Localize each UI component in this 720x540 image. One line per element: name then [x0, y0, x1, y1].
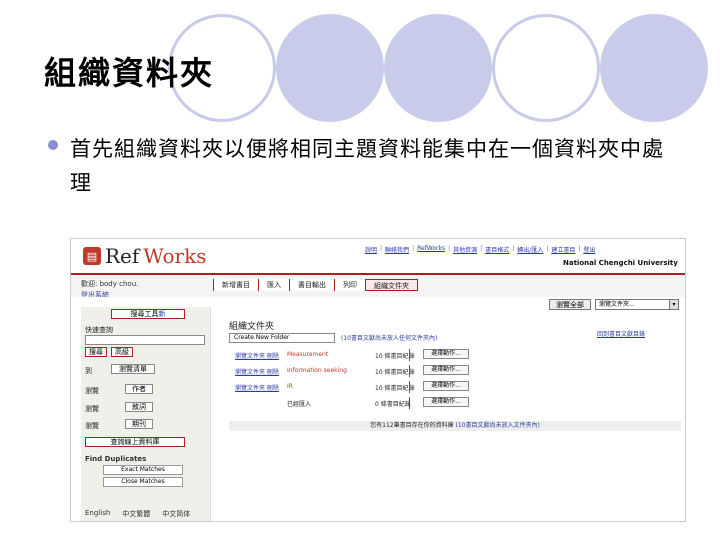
- divider: [409, 381, 410, 393]
- folder-row: 瀏覽文件夾 刪除 Information seeking 10 條書目紀錄 選擇…: [227, 365, 667, 379]
- main-nav: 歡迎: body chou. 登出系統 新增書目 匯入 書目輸出 列印 組織文件…: [71, 273, 685, 299]
- find-duplicates-title: Find Duplicates: [85, 455, 147, 463]
- top-link[interactable]: 說明: [365, 245, 377, 254]
- folder-select-value: 瀏覽文件夾...: [599, 301, 635, 308]
- menu-organize-folders[interactable]: 組織文件夾: [365, 279, 418, 291]
- folder-actions-links[interactable]: 瀏覽文件夾 刪除: [235, 383, 279, 392]
- top-link[interactable]: 聯絡我們: [385, 245, 409, 254]
- top-link[interactable]: 書目格式: [485, 245, 509, 254]
- folder-select[interactable]: 瀏覽文件夾... ▾: [595, 299, 679, 310]
- footer-unfiled-link[interactable]: (10書目文獻尚未放入文件夾內): [456, 422, 540, 429]
- unfiled-note[interactable]: (10書目文獻尚未放入任何文件夾內): [341, 333, 437, 342]
- folder-name[interactable]: 已經匯入: [287, 399, 311, 408]
- filter-label: 瀏覽: [85, 405, 99, 413]
- menu-print[interactable]: 列印: [334, 279, 365, 291]
- decor-circle-filled: [384, 14, 492, 122]
- lang-english[interactable]: English: [85, 509, 110, 519]
- folder-name[interactable]: Measurement: [287, 351, 328, 358]
- folder-action-select[interactable]: 選擇動作...: [423, 365, 469, 375]
- folder-name[interactable]: Information seeking: [287, 367, 347, 374]
- quick-search-label: 快速查詢: [85, 326, 113, 334]
- bullet-icon: [48, 140, 58, 150]
- filter-label: 瀏覽: [85, 422, 99, 430]
- organize-folders-panel: 組織文件夾 回到書目文獻目錄 Create New Folder (10書目文獻…: [219, 315, 681, 431]
- book-icon: ▤: [83, 247, 101, 265]
- exact-matches-button[interactable]: Exact Matches: [103, 465, 183, 475]
- top-link[interactable]: 其他資源: [453, 245, 477, 254]
- descriptor-button[interactable]: 敘詞: [125, 402, 153, 412]
- logo-ref-text: Ref: [105, 244, 140, 268]
- view-all-button[interactable]: 瀏覽全部: [549, 299, 591, 310]
- logo-works-text: Works: [143, 244, 207, 268]
- author-button[interactable]: 作者: [125, 384, 153, 394]
- folder-row: 已經匯入 0 條書目紀錄 選擇動作...: [227, 397, 667, 411]
- menu-bibliography[interactable]: 書目輸出: [289, 279, 334, 291]
- search-button[interactable]: 搜尋: [85, 347, 107, 357]
- search-tools-header: 搜尋工具新: [111, 309, 185, 319]
- periodical-button[interactable]: 期刊: [125, 419, 153, 429]
- online-database-button[interactable]: 查詢線上資料庫: [85, 437, 185, 447]
- refworks-screenshot: ▤ Ref Works 說明 | 聯絡我們 | RefWorks | 其他資源 | 書目格…: [70, 238, 686, 522]
- top-link[interactable]: 建立書目: [551, 245, 575, 254]
- filter-label: 瀏覽: [85, 387, 99, 395]
- top-link[interactable]: 轉出/匯入: [517, 245, 543, 254]
- close-matches-button[interactable]: Close Matches: [103, 477, 183, 487]
- folders-title: 組織文件夾: [229, 322, 275, 332]
- lang-traditional[interactable]: 中文繁體: [122, 509, 150, 519]
- search-panel: 搜尋工具新 快速查詢 搜尋 高級 到 瀏覽清單 瀏覽 作者 瀏覽 敘詞 瀏覽 期…: [81, 307, 211, 521]
- app-header: ▤ Ref Works 說明 | 聯絡我們 | RefWorks | 其他資源 | 書目格…: [71, 239, 685, 273]
- folder-row: 瀏覽文件夾 刪除 Measurement 10 條書目紀錄 選擇動作...: [227, 349, 667, 363]
- folder-name[interactable]: IR: [287, 383, 293, 390]
- create-folder-text: Create New Folder: [234, 334, 290, 341]
- menu-bar: 新增書目 匯入 書目輸出 列印 組織文件夾: [213, 279, 418, 291]
- footer-text: 您有112筆書目存在你的資料庫: [370, 422, 454, 429]
- folder-row: 瀏覽文件夾 刪除 IR 10 條書目紀錄 選擇動作...: [227, 381, 667, 395]
- decor-circle-filled: [276, 14, 384, 122]
- folder-actions-links[interactable]: 瀏覽文件夾 刪除: [235, 367, 279, 376]
- institution-name: National Chengchi University: [563, 259, 678, 267]
- language-links: English 中文繁體 中文简体: [85, 509, 190, 519]
- top-links: 說明 | 聯絡我們 | RefWorks | 其他資源 | 書目格式 | 轉出/匯入 | 建…: [365, 245, 596, 254]
- folder-action-select[interactable]: 選擇動作...: [423, 349, 469, 359]
- decor-circle-outline: [492, 14, 600, 122]
- divider: [409, 349, 410, 361]
- advanced-search-button[interactable]: 高級: [111, 347, 133, 357]
- top-link[interactable]: 登出: [583, 245, 595, 254]
- lang-simplified[interactable]: 中文简体: [162, 509, 190, 519]
- top-link[interactable]: RefWorks: [417, 245, 445, 254]
- folders-footer: 您有112筆書目存在你的資料庫 (10書目文獻尚未放入文件夾內): [229, 421, 681, 431]
- create-folder-input[interactable]: Create New Folder: [229, 333, 335, 343]
- refworks-logo: ▤ Ref Works: [83, 244, 206, 268]
- folder-action-select[interactable]: 選擇動作...: [423, 381, 469, 391]
- folder-actions-links[interactable]: 瀏覽文件夾 刪除: [235, 351, 279, 360]
- chevron-down-icon[interactable]: ▾: [669, 300, 678, 309]
- divider: [409, 365, 410, 377]
- bullet-text: 首先組織資料夾以便將相同主題資料能集中在一個資料夾中處理: [70, 137, 664, 195]
- new-badge: 新: [158, 310, 166, 318]
- slide-title: 組織資料夾: [44, 54, 215, 92]
- list-label: 到: [85, 367, 92, 375]
- quick-search-input[interactable]: [85, 335, 205, 345]
- back-to-references-link[interactable]: 回到書目文獻目錄: [597, 329, 645, 338]
- user-greeting: 歡迎: body chou.: [81, 280, 139, 288]
- decor-circle-filled: [600, 14, 708, 122]
- divider: [409, 397, 410, 409]
- menu-new-reference[interactable]: 新增書目: [213, 279, 258, 291]
- search-tools-label: 搜尋工具: [130, 310, 159, 318]
- folder-count: 0 條書目紀錄: [375, 401, 411, 408]
- browse-list-button[interactable]: 瀏覽清單: [111, 364, 155, 374]
- menu-import[interactable]: 匯入: [258, 279, 289, 291]
- folder-action-select[interactable]: 選擇動作...: [423, 397, 469, 407]
